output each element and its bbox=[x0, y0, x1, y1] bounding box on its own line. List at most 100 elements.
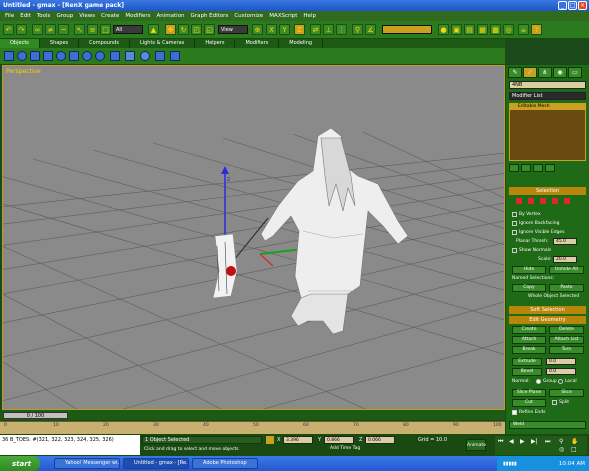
character-mesh[interactable] bbox=[260, 127, 409, 335]
edit-geometry-rollout-header[interactable]: Edit Geometry bbox=[509, 316, 586, 324]
slice-button[interactable]: Slice bbox=[549, 389, 584, 397]
show-end-result-icon[interactable] bbox=[521, 164, 531, 172]
menu-help[interactable]: Help bbox=[300, 13, 319, 19]
attach-list-button[interactable]: Attach List bbox=[549, 336, 584, 344]
bevel-button[interactable]: Bevel bbox=[512, 368, 542, 376]
unlink-icon[interactable]: ≠ bbox=[45, 24, 56, 35]
attach-button[interactable]: Attach bbox=[512, 336, 546, 344]
animate-button[interactable]: Animate bbox=[466, 439, 486, 451]
checker-icon[interactable]: ▩ bbox=[490, 24, 501, 35]
make-unique-icon[interactable] bbox=[533, 164, 543, 172]
grid-icon[interactable]: ▦ bbox=[477, 24, 488, 35]
x-coordinate-field[interactable]: 3.396 bbox=[283, 436, 313, 444]
cone-icon[interactable] bbox=[43, 51, 53, 61]
modifier-list-dropdown[interactable]: Modifier List bbox=[509, 92, 586, 100]
bevel-amount-field[interactable]: 0.0 bbox=[546, 368, 576, 375]
scale-field[interactable]: 20.0 bbox=[553, 256, 577, 263]
environment-icon[interactable]: ◎ bbox=[503, 24, 514, 35]
stack-item-editable-mesh[interactable]: Editable Mesh bbox=[510, 104, 585, 110]
hide-button[interactable]: Hide bbox=[512, 266, 546, 274]
pan-icon[interactable]: ✋ bbox=[571, 438, 578, 445]
edge-icon[interactable] bbox=[527, 198, 534, 204]
taskbar-photoshop[interactable]: Adobe Photoshop bbox=[192, 458, 258, 469]
menu-customize[interactable]: Customize bbox=[231, 13, 266, 19]
squash-icon[interactable]: ◱ bbox=[204, 24, 215, 35]
zoom-icon[interactable]: ⚲ bbox=[559, 438, 563, 445]
create-panel-icon[interactable]: ✎ bbox=[508, 67, 522, 78]
maxscript-listener[interactable]: 36 B_TOES: #(321, 322, 323, 324, 325, 32… bbox=[0, 435, 140, 455]
menu-maxscript[interactable]: MAXScript bbox=[266, 13, 300, 19]
perspective-viewport[interactable]: Z Perspective bbox=[2, 65, 505, 410]
menu-modifiers[interactable]: Modifiers bbox=[122, 13, 153, 19]
unhide-all-button[interactable]: Unhide All bbox=[549, 266, 584, 274]
select-icon[interactable]: ↖ bbox=[74, 24, 85, 35]
render-icon[interactable]: ▣ bbox=[451, 24, 462, 35]
y-coordinate-field[interactable]: 0.866 bbox=[324, 436, 354, 444]
menu-graph-editors[interactable]: Graph Editors bbox=[188, 13, 232, 19]
undo-icon[interactable]: ↶ bbox=[3, 24, 14, 35]
scale-icon[interactable]: ◰ bbox=[191, 24, 202, 35]
help-icon[interactable]: ? bbox=[531, 24, 542, 35]
tab-helpers[interactable]: Helpers bbox=[195, 39, 236, 48]
menu-edit[interactable]: Edit bbox=[17, 13, 34, 19]
bone-icon[interactable] bbox=[110, 51, 120, 61]
tab-modeling[interactable]: Modeling bbox=[279, 39, 324, 48]
maximize-button[interactable]: □ bbox=[568, 1, 577, 10]
minimize-button[interactable]: _ bbox=[558, 1, 567, 10]
material-editor-icon[interactable]: ● bbox=[438, 24, 449, 35]
mirror-icon[interactable]: ⇄ bbox=[310, 24, 321, 35]
rotate-icon[interactable]: ↻ bbox=[178, 24, 189, 35]
element-icon[interactable] bbox=[563, 198, 570, 204]
selection-rollout-header[interactable]: Selection bbox=[509, 187, 586, 195]
extrude-button[interactable]: Extrude bbox=[512, 358, 542, 366]
tube-icon[interactable] bbox=[82, 51, 92, 61]
light-icon[interactable] bbox=[140, 51, 150, 61]
pin-stack-icon[interactable] bbox=[509, 164, 519, 172]
z-coordinate-field[interactable]: 0.066 bbox=[365, 436, 395, 444]
tab-objects[interactable]: Objects bbox=[0, 39, 40, 48]
teapot-icon[interactable]: ☕ bbox=[518, 24, 529, 35]
named-selection-dropdown[interactable] bbox=[382, 25, 432, 34]
start-button[interactable]: start bbox=[0, 456, 40, 471]
slice-plane-button[interactable]: Slice Plane bbox=[512, 389, 546, 397]
array-icon[interactable]: ⋮ bbox=[336, 24, 347, 35]
menu-file[interactable]: File bbox=[2, 13, 17, 19]
normal-group-radio[interactable] bbox=[536, 379, 541, 384]
move-icon[interactable]: ✥ bbox=[165, 24, 176, 35]
plane-icon[interactable] bbox=[69, 51, 79, 61]
menu-animation[interactable]: Animation bbox=[154, 13, 188, 19]
taskbar-yahoo-messenger[interactable]: Yahoo! Messenger wi... bbox=[54, 458, 120, 469]
select-object-icon[interactable]: ▲ bbox=[148, 24, 159, 35]
tab-shapes[interactable]: Shapes bbox=[40, 39, 80, 48]
split-checkbox[interactable] bbox=[552, 400, 557, 405]
snap-icon[interactable]: ⚲ bbox=[352, 24, 363, 35]
tab-compounds[interactable]: Compounds bbox=[79, 39, 130, 48]
delete-button[interactable]: Delete bbox=[549, 326, 584, 334]
soft-selection-rollout-header[interactable]: Soft Selection bbox=[509, 306, 586, 314]
menu-group[interactable]: Group bbox=[53, 13, 76, 19]
face-icon[interactable] bbox=[539, 198, 546, 204]
vertex-icon[interactable] bbox=[516, 198, 522, 204]
add-time-tag-button[interactable]: Add Time Tag bbox=[330, 446, 360, 451]
cylinder-icon[interactable] bbox=[30, 51, 40, 61]
next-frame-icon[interactable]: ▶| bbox=[531, 438, 538, 445]
cut-button[interactable]: Cut bbox=[512, 399, 546, 407]
extrude-amount-field[interactable]: 0.0 bbox=[546, 358, 576, 365]
normal-local-radio[interactable] bbox=[558, 379, 563, 384]
constrain-x-icon[interactable]: X bbox=[266, 24, 277, 35]
constrain-y-icon[interactable]: Y bbox=[279, 24, 290, 35]
by-vertex-checkbox[interactable] bbox=[512, 212, 517, 217]
menu-tools[interactable]: Tools bbox=[34, 13, 54, 19]
pivot-center-icon[interactable]: ⊕ bbox=[252, 24, 263, 35]
helper-icon[interactable] bbox=[155, 51, 165, 61]
lock-selection-icon[interactable] bbox=[266, 436, 274, 444]
tray-icons[interactable]: ▮▮▮▮▮ bbox=[497, 461, 517, 467]
time-slider-track[interactable] bbox=[0, 410, 505, 420]
redo-icon[interactable]: ↷ bbox=[16, 24, 27, 35]
ignore-backfacing-checkbox[interactable] bbox=[512, 221, 517, 226]
time-slider[interactable]: 0 / 100 bbox=[3, 412, 68, 419]
link-icon[interactable]: ∞ bbox=[32, 24, 43, 35]
planar-thresh-field[interactable]: 45.0 bbox=[553, 238, 577, 245]
weld-group-header[interactable]: Weld bbox=[509, 421, 586, 429]
tab-modifiers[interactable]: Modifiers bbox=[235, 39, 280, 48]
